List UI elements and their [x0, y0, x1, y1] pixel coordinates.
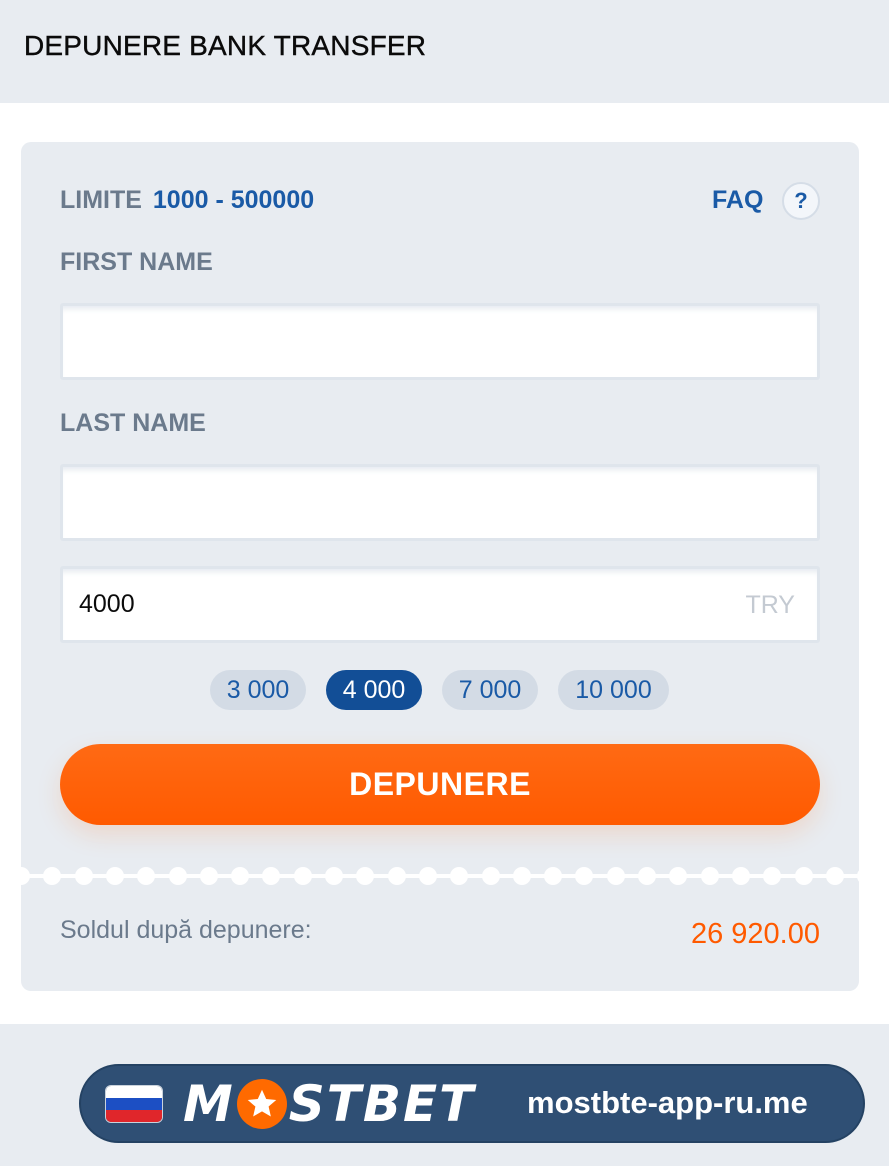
limits-row: LIMITE 1000 - 500000 — [60, 186, 314, 215]
deposit-button[interactable]: DEPUNERE — [60, 744, 820, 825]
divider-dot — [105, 867, 124, 885]
divider-dot — [137, 867, 156, 885]
russia-flag-icon — [105, 1085, 163, 1123]
currency-label: TRY — [745, 591, 795, 619]
balance-label: Soldul după depunere: — [60, 916, 312, 944]
divider-dot — [325, 867, 343, 885]
first-name-label: FIRST NAME — [60, 248, 213, 276]
first-name-field[interactable] — [60, 303, 820, 380]
limits-label: LIMITE — [60, 186, 142, 214]
first-name-input[interactable] — [79, 306, 719, 377]
limits-value: 1000 - 500000 — [152, 186, 315, 214]
divider-dot — [74, 867, 93, 885]
page-title: DEPUNERE BANK TRANSFER — [24, 30, 427, 61]
page-header: DEPUNERE BANK TRANSFER — [0, 0, 889, 103]
divider-dot — [825, 867, 844, 885]
quick-amounts: 3 000 4 000 7 000 10 000 — [21, 670, 859, 710]
divider-dot — [199, 867, 218, 885]
amount-field[interactable]: TRY — [60, 566, 820, 643]
divider-dot — [763, 867, 782, 885]
divider-dot — [450, 867, 469, 885]
divider-dot — [731, 867, 750, 885]
quick-amount-chip[interactable]: 10 000 — [558, 670, 669, 710]
brand-logo: M STBET — [183, 1075, 476, 1133]
divider-dot — [293, 867, 312, 885]
divider-dot — [575, 867, 594, 885]
divider-dot — [544, 867, 563, 885]
perforated-divider — [21, 867, 859, 885]
divider-dot — [168, 867, 187, 885]
amount-input[interactable] — [79, 569, 719, 640]
last-name-label: LAST NAME — [60, 409, 206, 437]
site-url: mostbte-app-ru.me — [527, 1085, 808, 1120]
divider-dot — [356, 867, 375, 885]
star-icon — [236, 1079, 287, 1129]
divider-dot — [638, 867, 656, 885]
promo-banner[interactable]: M STBET mostbte-app-ru.me — [79, 1064, 865, 1143]
divider-dot — [262, 867, 281, 885]
divider-dot — [700, 867, 719, 885]
divider-dot — [21, 867, 30, 885]
divider-dot — [857, 867, 859, 885]
quick-amount-chip[interactable]: 3 000 — [210, 670, 306, 710]
divider-dot — [606, 867, 625, 885]
divider-dot — [794, 867, 813, 885]
faq-link[interactable]: FAQ — [712, 186, 763, 215]
last-name-field[interactable] — [60, 464, 820, 541]
divider-dot — [512, 867, 531, 885]
divider-dot — [481, 867, 500, 885]
divider-dot — [387, 867, 406, 885]
divider-dot — [231, 867, 250, 885]
deposit-card: LIMITE 1000 - 500000 FAQ ? FIRST NAME LA… — [21, 142, 859, 991]
divider-dot — [669, 867, 688, 885]
question-icon[interactable]: ? — [782, 182, 820, 220]
divider-dot — [43, 867, 62, 885]
balance-value: 26 920.00 — [690, 918, 820, 950]
divider-dot — [418, 867, 437, 885]
quick-amount-chip-selected[interactable]: 4 000 — [326, 670, 422, 710]
quick-amount-chip[interactable]: 7 000 — [442, 670, 538, 710]
last-name-input[interactable] — [79, 467, 719, 538]
